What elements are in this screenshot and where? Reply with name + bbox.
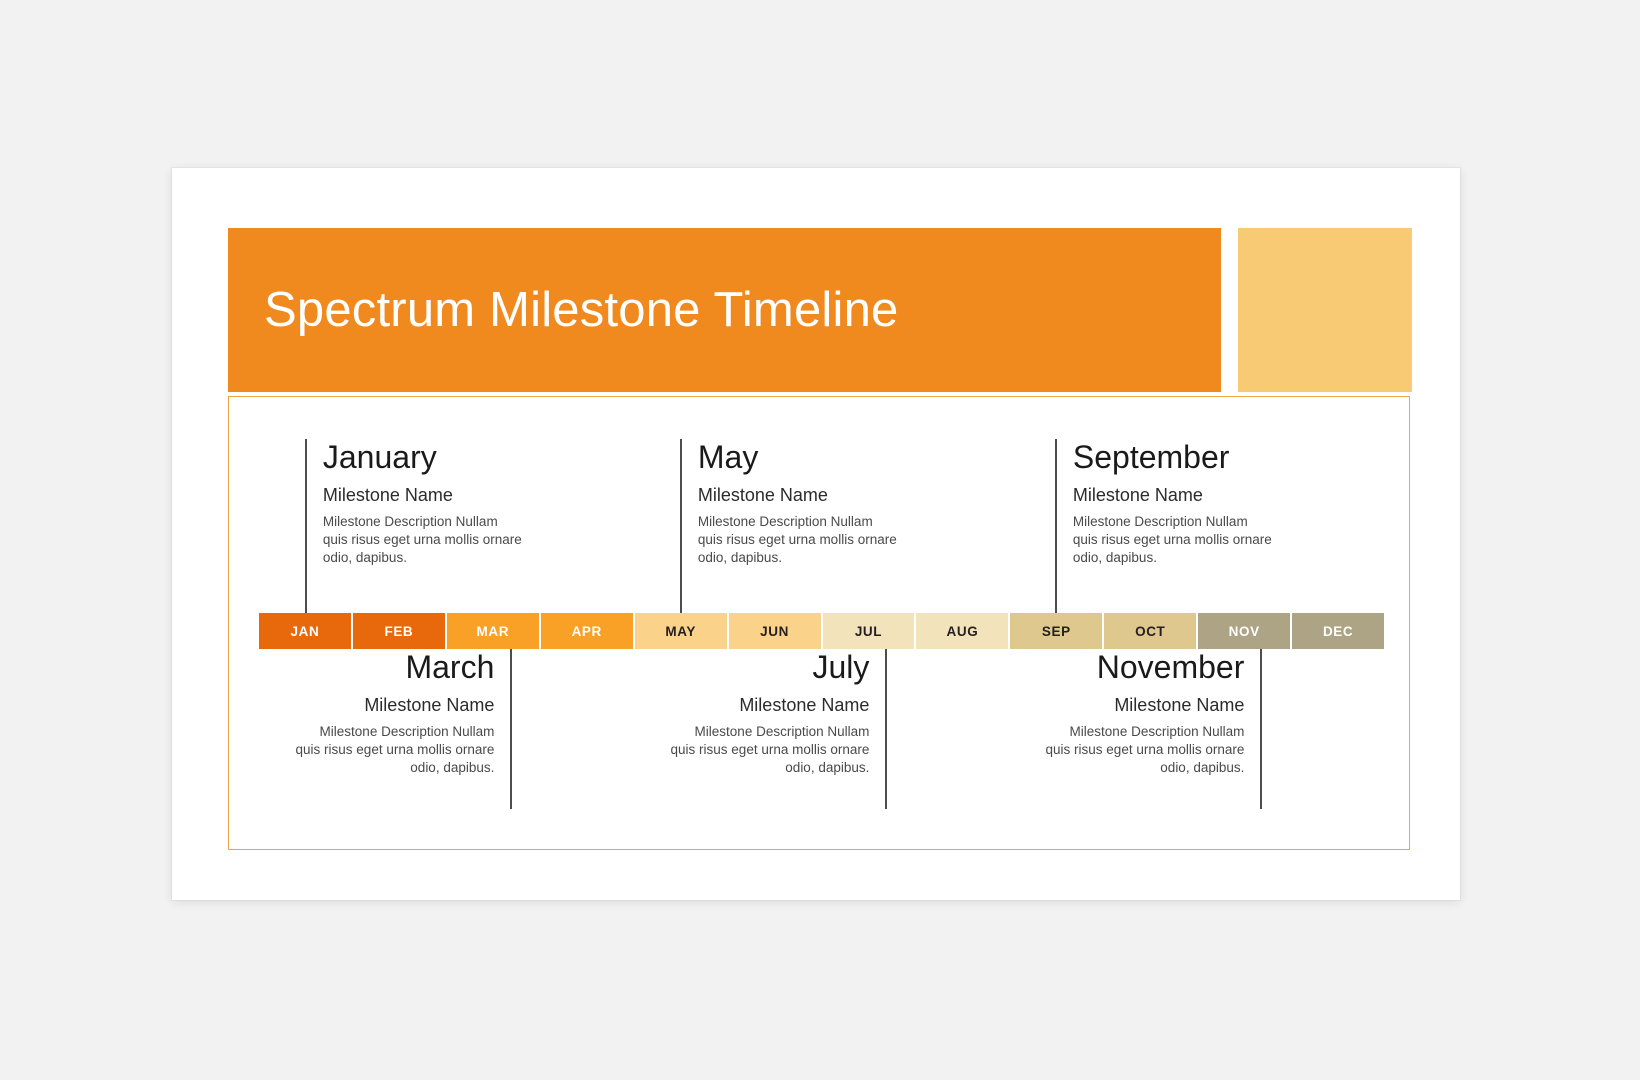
month-label: JUN <box>760 623 789 639</box>
month-label: APR <box>571 623 602 639</box>
slide-canvas: Spectrum Milestone Timeline JAN FEB MAR APR… <box>172 168 1460 900</box>
milestone-name: Milestone Name <box>739 694 870 715</box>
milestone-description: Milestone Description Nullam quis risus … <box>295 724 495 775</box>
milestone-month-heading: September <box>1072 439 1230 475</box>
timeline-area: JAN FEB MAR APR MAY JUN JUL AUG SEP OCT NOV DEC Jan… <box>259 397 1385 851</box>
month-label: MAR <box>476 623 510 639</box>
title-accent-block <box>1238 228 1412 392</box>
milestone-description: Milestone Description Nullam quis risus … <box>322 514 522 565</box>
month-cell-mar[interactable]: MAR <box>446 613 541 649</box>
month-label: DEC <box>1322 623 1354 639</box>
month-cell-sep[interactable]: SEP <box>1010 613 1105 649</box>
month-cell-feb[interactable]: FEB <box>352 613 447 649</box>
month-cell-nov[interactable]: NOV <box>1198 613 1293 649</box>
month-label: JUL <box>854 623 883 639</box>
milestone-month-heading: May <box>697 439 759 475</box>
milestone-may[interactable]: May Milestone Name Milestone Description N… <box>679 439 1018 613</box>
milestone-description: Milestone Description Nullam quis risus … <box>1072 514 1272 565</box>
milestone-month-heading: January <box>322 439 437 475</box>
milestone-month-heading: November <box>1096 649 1245 685</box>
milestone-january[interactable]: January Milestone Name Milestone Descripti… <box>304 439 643 613</box>
milestone-description: Milestone Description Nullam quis risus … <box>670 724 870 775</box>
month-label: NOV <box>1228 623 1260 639</box>
month-label: AUG <box>946 623 979 639</box>
milestone-name: Milestone Name <box>1114 694 1245 715</box>
month-cell-jan[interactable]: JAN <box>259 613 353 649</box>
milestone-description: Milestone Description Nullam quis risus … <box>697 514 897 565</box>
month-cell-jun[interactable]: JUN <box>728 613 823 649</box>
milestone-name: Milestone Name <box>697 484 828 505</box>
milestone-description: Milestone Description Nullam quis risus … <box>1045 724 1245 775</box>
month-label: SEP <box>1041 623 1071 639</box>
month-cell-dec[interactable]: DEC <box>1292 613 1385 649</box>
milestone-month-heading: March <box>405 649 495 685</box>
month-label: OCT <box>1135 623 1166 639</box>
month-cell-apr[interactable]: APR <box>540 613 635 649</box>
timeline-panel: JAN FEB MAR APR MAY JUN JUL AUG SEP OCT NOV DEC Jan… <box>228 396 1410 850</box>
month-label: MAY <box>665 623 696 639</box>
milestone-september[interactable]: September Milestone Name Milestone Descrip… <box>1054 439 1393 613</box>
milestone-name: Milestone Name <box>364 694 495 715</box>
month-bar: JAN FEB MAR APR MAY JUN JUL AUG SEP OCT NOV DEC <box>259 613 1385 649</box>
milestone-march[interactable]: March Milestone Name Milestone Description… <box>174 649 513 809</box>
milestone-name: Milestone Name <box>1072 484 1203 505</box>
milestone-july[interactable]: July Milestone Name Milestone Description … <box>549 649 888 809</box>
month-cell-aug[interactable]: AUG <box>916 613 1011 649</box>
milestone-name: Milestone Name <box>322 484 453 505</box>
page-title: Spectrum Milestone Timeline <box>264 283 899 337</box>
milestone-month-heading: July <box>812 649 870 685</box>
month-cell-oct[interactable]: OCT <box>1104 613 1199 649</box>
month-label: FEB <box>384 623 414 639</box>
month-cell-may[interactable]: MAY <box>634 613 729 649</box>
month-label: JAN <box>290 623 320 639</box>
title-banner: Spectrum Milestone Timeline <box>228 228 1221 392</box>
month-cell-jul[interactable]: JUL <box>822 613 917 649</box>
milestone-november[interactable]: November Milestone Name Milestone Descript… <box>924 649 1263 809</box>
